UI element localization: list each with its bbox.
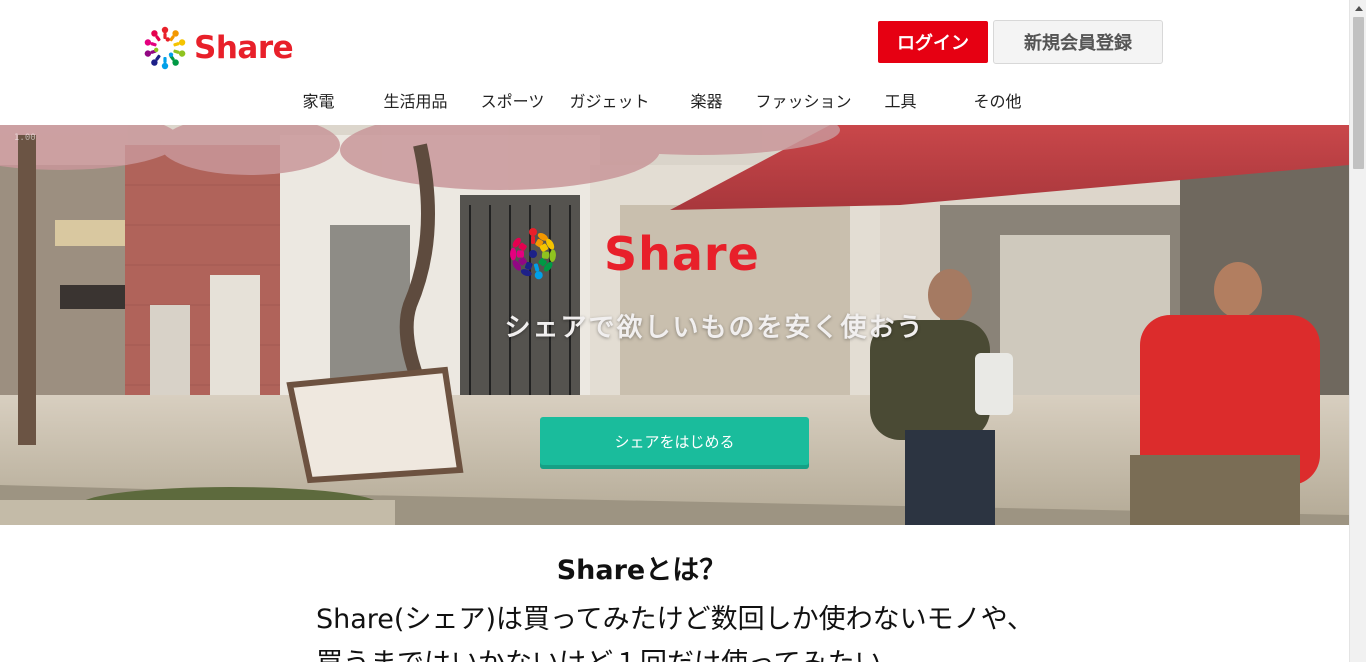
- nav-item-instruments[interactable]: 楽器: [658, 86, 755, 118]
- about-description: Share(シェア)は買ってみたけど数回しか使わないモノや、買うまではいかないけ…: [316, 604, 1034, 662]
- scroll-up-arrow-icon[interactable]: [1350, 0, 1366, 17]
- nav-item-gadgets[interactable]: ガジェット: [561, 86, 658, 118]
- nav-item-daily-goods[interactable]: 生活用品: [367, 86, 464, 118]
- nav-item-sports[interactable]: スポーツ: [464, 86, 561, 118]
- nav-item-fashion[interactable]: ファッション: [755, 86, 852, 118]
- site-header: Share ログイン 新規会員登録 家電 生活用品 スポーツ ガジェット 楽器 …: [0, 0, 1349, 125]
- hero-logo: Share: [486, 225, 816, 283]
- logo-text: Share: [194, 30, 294, 66]
- hero-counter: 1.00: [14, 133, 36, 143]
- share-logo-icon: [144, 26, 186, 70]
- nav-item-other[interactable]: その他: [949, 86, 1046, 118]
- start-sharing-button[interactable]: シェアをはじめる: [540, 417, 809, 465]
- share-logo-icon: [510, 228, 556, 280]
- scrollbar-thumb[interactable]: [1353, 17, 1364, 169]
- hero-tagline: シェアで欲しいものを安く使おう: [504, 313, 925, 343]
- vertical-scrollbar[interactable]: [1349, 0, 1366, 662]
- login-button[interactable]: ログイン: [878, 21, 988, 63]
- site-logo[interactable]: Share: [141, 24, 294, 72]
- about-title: Shareとは？: [556, 555, 727, 586]
- hero-banner: 1.00 Share シェアで欲しいものを安く使おう シェアをはじめる: [0, 125, 1349, 525]
- page: Share ログイン 新規会員登録 家電 生活用品 スポーツ ガジェット 楽器 …: [0, 0, 1349, 662]
- register-button[interactable]: 新規会員登録: [993, 20, 1163, 64]
- nav-item-appliances[interactable]: 家電: [270, 86, 367, 118]
- hero-logo-text: Share: [604, 227, 760, 281]
- nav-item-tools[interactable]: 工具: [852, 86, 949, 118]
